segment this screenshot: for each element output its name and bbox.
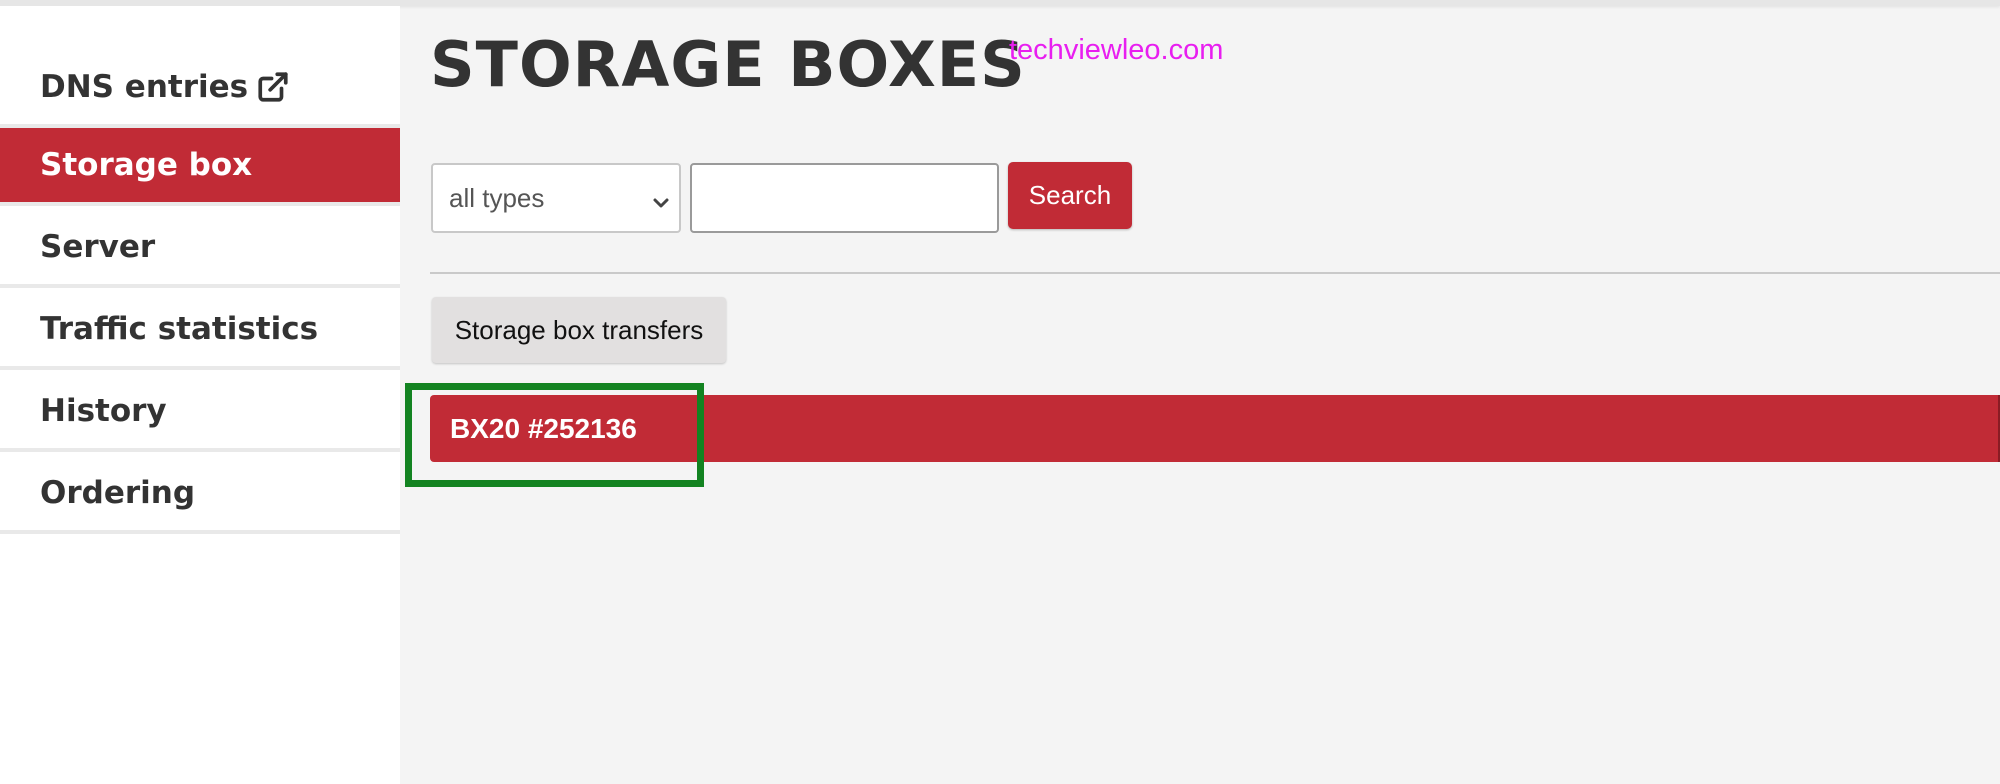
external-link-icon bbox=[256, 70, 290, 104]
sidebar-item-storage-box[interactable]: Storage box bbox=[0, 128, 400, 206]
type-filter-select[interactable]: all types bbox=[431, 163, 681, 233]
sidebar-item-label: Ordering bbox=[40, 475, 196, 511]
storage-box-transfers-button[interactable]: Storage box transfers bbox=[432, 297, 726, 363]
sidebar-item-ordering[interactable]: Ordering bbox=[0, 456, 400, 534]
sidebar-item-label: Server bbox=[40, 229, 156, 265]
main-content: STORAGE BOXES techviewleo.com all types … bbox=[400, 6, 2000, 784]
sidebar-item-label: History bbox=[40, 393, 167, 429]
chevron-down-icon bbox=[651, 189, 671, 209]
sidebar-item-label: Traffic statistics bbox=[40, 311, 319, 347]
page-title: STORAGE BOXES bbox=[430, 28, 1026, 101]
watermark-text: techviewleo.com bbox=[1009, 34, 1224, 66]
storage-box-label: BX20 #252136 bbox=[450, 412, 637, 444]
search-input[interactable] bbox=[690, 163, 999, 233]
sidebar: DNS entries Storage box Server Traffic s… bbox=[0, 6, 400, 784]
sidebar-item-server[interactable]: Server bbox=[0, 210, 400, 288]
sidebar-item-traffic-statistics[interactable]: Traffic statistics bbox=[0, 292, 400, 370]
sidebar-item-history[interactable]: History bbox=[0, 374, 400, 452]
storage-box-row[interactable]: BX20 #252136 bbox=[430, 395, 2000, 462]
divider bbox=[430, 272, 2000, 274]
sidebar-item-label: Storage box bbox=[40, 147, 253, 183]
sidebar-item-label: DNS entries bbox=[40, 69, 249, 105]
type-filter-value: all types bbox=[449, 182, 545, 213]
search-button[interactable]: Search bbox=[1008, 162, 1132, 229]
sidebar-item-dns-entries[interactable]: DNS entries bbox=[0, 50, 400, 128]
